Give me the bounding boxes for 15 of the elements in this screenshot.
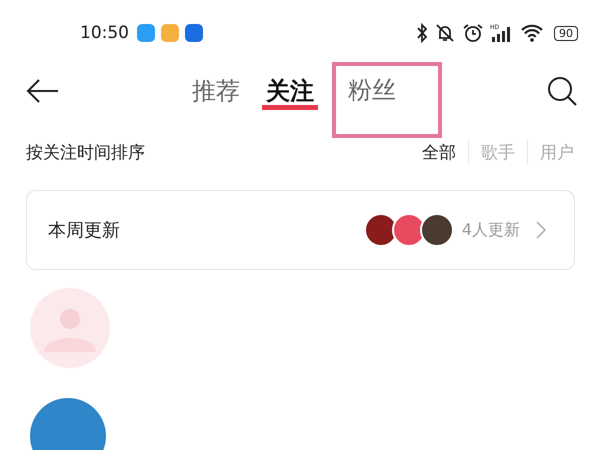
filter-option[interactable]: 全部 xyxy=(410,140,468,164)
search-icon[interactable] xyxy=(546,75,578,107)
update-count: 4人更新 xyxy=(462,220,520,240)
battery-indicator: 90 xyxy=(554,26,578,40)
tab[interactable]: 推荐 xyxy=(188,69,244,113)
muted-bell-icon xyxy=(434,23,456,43)
chevron-right-icon xyxy=(536,221,546,239)
weekly-update-card[interactable]: 本周更新 4人更新 xyxy=(26,190,575,270)
wifi-icon xyxy=(520,23,544,43)
alarm-clock-icon xyxy=(462,23,484,43)
card-title: 本周更新 xyxy=(48,219,121,242)
bluetooth-icon xyxy=(416,23,428,43)
sort-label: 按关注时间排序 xyxy=(26,142,145,164)
status-time: 10:50 xyxy=(80,23,129,43)
back-arrow-icon[interactable] xyxy=(26,78,60,104)
